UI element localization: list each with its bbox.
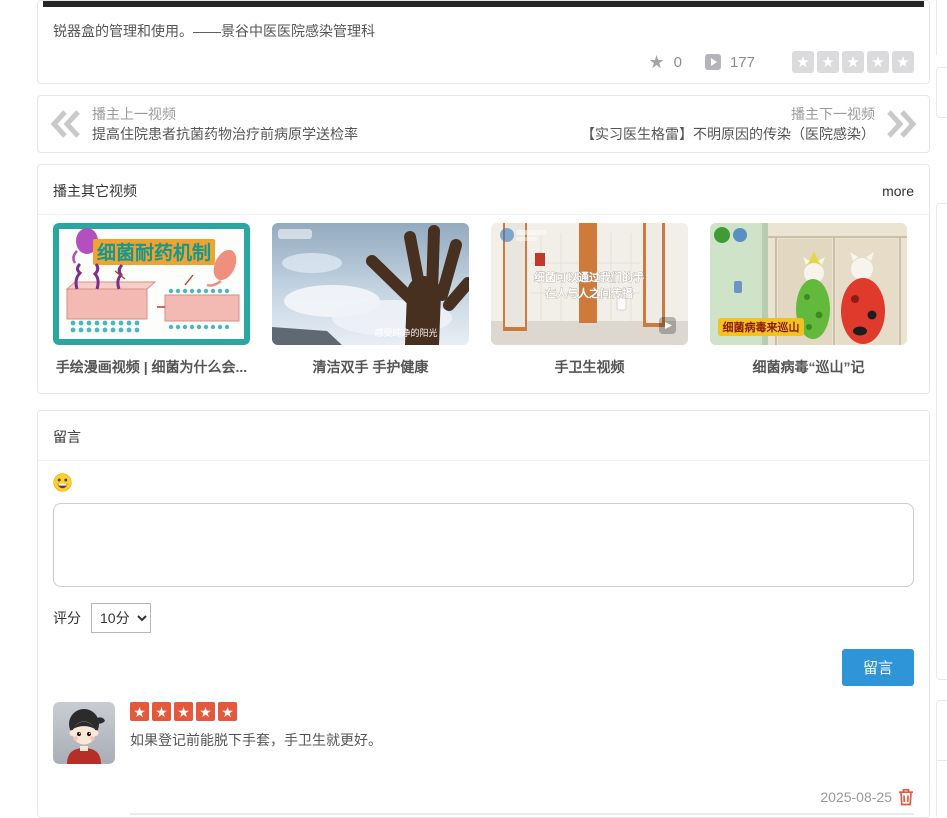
- comment-rating-stars: ★ ★ ★ ★ ★: [130, 702, 914, 721]
- comment-meta: 2025-08-25: [130, 788, 914, 813]
- video-thumbnail-cartoon-bacteria: 细菌耐药机制: [53, 223, 250, 345]
- video-title: 手绘漫画视频 | 细菌为什么会...: [53, 357, 250, 377]
- favorite-count: 0: [674, 54, 682, 71]
- comment-star-icon: ★: [196, 702, 215, 721]
- prev-video-link[interactable]: 播主上一视频 提高住院患者抗菌药物治疗前病原学送检率: [50, 104, 358, 144]
- thumb4-caption: 细菌病毒来巡山: [723, 320, 800, 334]
- other-videos-header: 播主其它视频 more: [38, 165, 929, 215]
- side-card-sliver: [936, 700, 947, 817]
- video-info-card: 锐器盒的管理和使用。——景谷中医医院感染管理科 ★ 0 177 ★ ★ ★ ★ …: [37, 0, 930, 84]
- emoji-icon: [53, 473, 72, 492]
- prev-video-texts: 播主上一视频 提高住院患者抗菌药物治疗前病原学送检率: [92, 104, 358, 144]
- more-link[interactable]: more: [882, 183, 914, 199]
- commenter-avatar: [53, 702, 115, 764]
- comment-text: 如果登记前能脱下手套，手卫生就更好。: [130, 730, 914, 750]
- comments-title: 留言: [53, 427, 81, 447]
- rating-star-icon: ★: [792, 51, 814, 73]
- other-videos-grid: 细菌耐药机制: [38, 215, 929, 393]
- rating-star-icon: ★: [817, 51, 839, 73]
- comments-header: 留言: [38, 411, 929, 461]
- emoji-picker-button[interactable]: [53, 473, 72, 492]
- favorite-star-icon: ★: [648, 53, 664, 71]
- video-description: 锐器盒的管理和使用。——景谷中医医院感染管理科: [53, 21, 914, 41]
- rating-star-icon: ★: [892, 51, 914, 73]
- video-title: 手卫生视频: [491, 357, 688, 377]
- rating-star-icon: ★: [867, 51, 889, 73]
- score-label: 评分: [53, 608, 81, 628]
- video-item-1[interactable]: 细菌耐药机制: [53, 223, 250, 377]
- double-chevron-left-icon: [50, 109, 82, 139]
- comment-item: ★ ★ ★ ★ ★ 如果登记前能脱下手套，手卫生就更好。 2025-08-25: [38, 702, 929, 815]
- comment-date: 2025-08-25: [820, 789, 892, 805]
- next-video-title: 【实习医生格雷】不明原因的传染（医院感染）: [581, 124, 875, 144]
- comment-star-icon: ★: [218, 702, 237, 721]
- thumb2-caption: 感受纯净的阳光: [374, 327, 437, 338]
- video-item-2[interactable]: 感受纯净的阳光 清洁双手 手护健康: [272, 223, 469, 377]
- comment-star-icon: ★: [130, 702, 149, 721]
- video-thumbnail-hand-sky: 感受纯净的阳光: [272, 223, 469, 345]
- submit-comment-button[interactable]: 留言: [842, 649, 914, 686]
- prev-video-label: 播主上一视频: [92, 104, 358, 124]
- next-video-texts: 播主下一视频 【实习医生格雷】不明原因的传染（医院感染）: [581, 104, 875, 144]
- thumb3-caption-line1: 细菌可以通过我们的手: [534, 270, 644, 284]
- video-item-4[interactable]: 细菌病毒来巡山 细菌病毒“巡山”记: [710, 223, 907, 377]
- comments-card: 留言 评分 10分 留言: [37, 410, 930, 818]
- delete-comment-button[interactable]: [898, 788, 914, 806]
- prev-video-title: 提高住院患者抗菌药物治疗前病原学送检率: [92, 124, 358, 144]
- comment-body: ★ ★ ★ ★ ★ 如果登记前能脱下手套，手卫生就更好。 2025-08-25: [130, 702, 914, 815]
- video-item-3[interactable]: 细菌可以通过我们的手 在人与人之间传播 手卫生视频: [491, 223, 688, 377]
- video-player-bottom-edge: [43, 1, 924, 7]
- comment-input[interactable]: [53, 503, 914, 587]
- next-video-label: 播主下一视频: [581, 104, 875, 124]
- play-count: 177: [730, 54, 755, 71]
- submit-row: 留言: [53, 649, 914, 686]
- rating-star-icon: ★: [842, 51, 864, 73]
- comment-star-icon: ★: [152, 702, 171, 721]
- trash-icon: [898, 788, 914, 806]
- comment-star-icon: ★: [174, 702, 193, 721]
- video-title: 清洁双手 手护健康: [272, 357, 469, 377]
- side-card-divider: [937, 760, 947, 761]
- score-row: 评分 10分: [53, 603, 914, 633]
- video-thumbnail-germ-patrol: 细菌病毒来巡山: [710, 223, 907, 345]
- comment-form: 评分 10分 留言: [38, 461, 929, 686]
- next-video-link[interactable]: 播主下一视频 【实习医生格雷】不明原因的传染（医院感染）: [581, 104, 917, 144]
- side-card-sliver: [936, 67, 947, 118]
- other-videos-title: 播主其它视频: [53, 181, 137, 201]
- thumb3-caption-line2: 在人与人之间传播: [545, 286, 634, 300]
- other-videos-card: 播主其它视频 more 细菌耐药机制: [37, 164, 930, 394]
- video-thumbnail-hand-hygiene: 细菌可以通过我们的手 在人与人之间传播: [491, 223, 688, 345]
- score-select[interactable]: 10分: [91, 603, 151, 633]
- prev-next-nav-card: 播主上一视频 提高住院患者抗菌药物治疗前病原学送检率 播主下一视频 【实习医生格…: [37, 95, 930, 153]
- video-stats-row: ★ 0 177 ★ ★ ★ ★ ★: [38, 49, 929, 83]
- main-column: 锐器盒的管理和使用。——景谷中医医院感染管理科 ★ 0 177 ★ ★ ★ ★ …: [37, 0, 930, 818]
- thumb1-caption: 细菌耐药机制: [97, 241, 211, 264]
- video-title: 细菌病毒“巡山”记: [710, 357, 907, 377]
- play-count-icon: [705, 54, 721, 70]
- side-card-sliver: [936, 203, 947, 680]
- side-card-sliver: [936, 0, 947, 55]
- double-chevron-right-icon: [885, 109, 917, 139]
- rating-stars: ★ ★ ★ ★ ★: [792, 51, 914, 73]
